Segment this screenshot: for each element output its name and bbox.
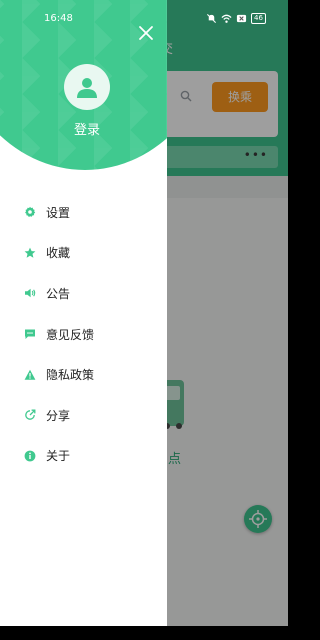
battery-icon: 46 bbox=[251, 12, 266, 24]
warning-icon bbox=[24, 369, 36, 380]
avatar[interactable] bbox=[64, 64, 110, 110]
menu-label-privacy: 隐私政策 bbox=[46, 368, 95, 383]
menu-label-favorites: 收藏 bbox=[46, 246, 71, 261]
menu-item-announcements[interactable]: 公告 bbox=[0, 273, 167, 314]
menu-label-announcements: 公告 bbox=[46, 286, 71, 301]
menu-item-favorites[interactable]: 收藏 bbox=[0, 233, 167, 274]
menu-item-about[interactable]: 关于 bbox=[0, 436, 167, 477]
menu-label-settings: 设置 bbox=[46, 205, 71, 220]
status-time: 16:48 bbox=[44, 13, 73, 24]
chat-icon bbox=[25, 329, 35, 340]
drawer-menu: 设置 收藏 公告 意见反馈 隐私政策 分享 关于 bbox=[0, 192, 167, 476]
menu-label-feedback: 意见反馈 bbox=[46, 327, 95, 342]
info-icon bbox=[24, 450, 36, 462]
menu-label-share: 分享 bbox=[46, 408, 71, 423]
mute-icon bbox=[206, 13, 217, 23]
star-icon bbox=[24, 247, 36, 258]
login-link[interactable]: 登录 bbox=[0, 119, 167, 138]
screen: 交 换乘 ••• 点 bbox=[0, 0, 288, 626]
status-icons: 46 bbox=[206, 12, 266, 24]
navigation-drawer: 16:48 登录 设置 收藏 公告 意见反馈 隐私政策 分享 关于 bbox=[0, 0, 167, 626]
sim-x-icon bbox=[236, 14, 247, 22]
system-navigation-bar bbox=[0, 626, 288, 640]
menu-label-about: 关于 bbox=[46, 449, 71, 464]
menu-item-privacy[interactable]: 隐私政策 bbox=[0, 354, 167, 395]
menu-item-settings[interactable]: 设置 bbox=[0, 192, 167, 233]
menu-item-share[interactable]: 分享 bbox=[0, 395, 167, 436]
menu-item-feedback[interactable]: 意见反馈 bbox=[0, 314, 167, 355]
wifi-icon bbox=[221, 14, 232, 23]
share-icon bbox=[25, 409, 36, 421]
speaker-icon bbox=[25, 289, 36, 298]
gear-icon bbox=[25, 207, 36, 218]
close-icon[interactable] bbox=[137, 24, 155, 42]
user-icon bbox=[77, 78, 97, 98]
